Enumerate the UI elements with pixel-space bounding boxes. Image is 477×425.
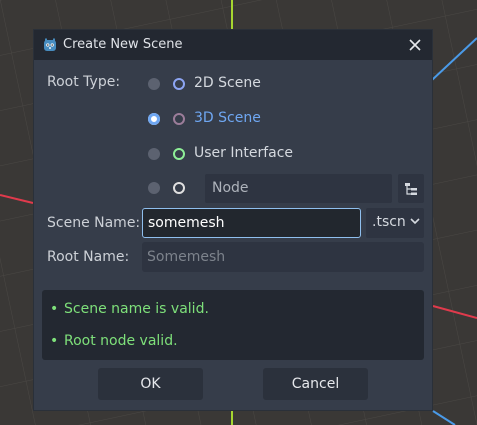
node2d-icon xyxy=(173,78,185,90)
cancel-button[interactable]: Cancel xyxy=(263,368,368,400)
status-message-scene-name: Scene name is valid. xyxy=(64,301,209,317)
dialog-title: Create New Scene xyxy=(63,37,183,52)
status-root-node: • Root node valid. xyxy=(50,333,178,349)
root-name-input[interactable] xyxy=(142,242,424,272)
scene-extension-select[interactable]: .tscn xyxy=(366,208,424,238)
dialog-titlebar[interactable]: Create New Scene xyxy=(34,30,432,60)
godot-logo-icon xyxy=(44,38,56,51)
close-icon xyxy=(409,39,421,51)
radio-user-interface[interactable] xyxy=(148,148,160,160)
validation-status-panel: • Scene name is valid. • Root node valid. xyxy=(42,290,424,360)
option-2d-scene-label[interactable]: 2D Scene xyxy=(194,75,261,91)
radio-other-node[interactable] xyxy=(148,182,160,194)
other-node-type-field[interactable]: Node xyxy=(205,174,392,203)
status-bullet: • xyxy=(50,301,59,317)
scene-name-input[interactable] xyxy=(142,208,361,238)
root-type-label: Root Type: xyxy=(47,74,121,90)
status-scene-name: • Scene name is valid. xyxy=(50,301,209,317)
control-icon xyxy=(173,148,185,160)
ok-button[interactable]: OK xyxy=(98,368,203,400)
node3d-icon xyxy=(173,113,185,125)
scene-extension-value: .tscn xyxy=(372,214,406,230)
other-node-type-value: Node xyxy=(212,180,249,196)
chevron-down-icon xyxy=(410,218,420,225)
select-node-type-button[interactable] xyxy=(398,174,424,203)
radio-2d-scene[interactable] xyxy=(148,78,160,90)
status-bullet: • xyxy=(50,333,59,349)
create-new-scene-dialog: Create New Scene Root Type: 2D Scene 3D … xyxy=(33,29,433,411)
root-name-label: Root Name: xyxy=(47,249,130,265)
close-button[interactable] xyxy=(404,34,426,56)
scene-name-label: Scene Name: xyxy=(47,215,141,231)
radio-3d-scene[interactable] xyxy=(148,113,160,125)
status-message-root-node: Root node valid. xyxy=(64,333,178,349)
node-icon xyxy=(173,182,185,194)
option-3d-scene-label[interactable]: 3D Scene xyxy=(194,110,261,126)
node-tree-icon xyxy=(405,182,417,195)
option-user-interface-label[interactable]: User Interface xyxy=(194,145,293,161)
